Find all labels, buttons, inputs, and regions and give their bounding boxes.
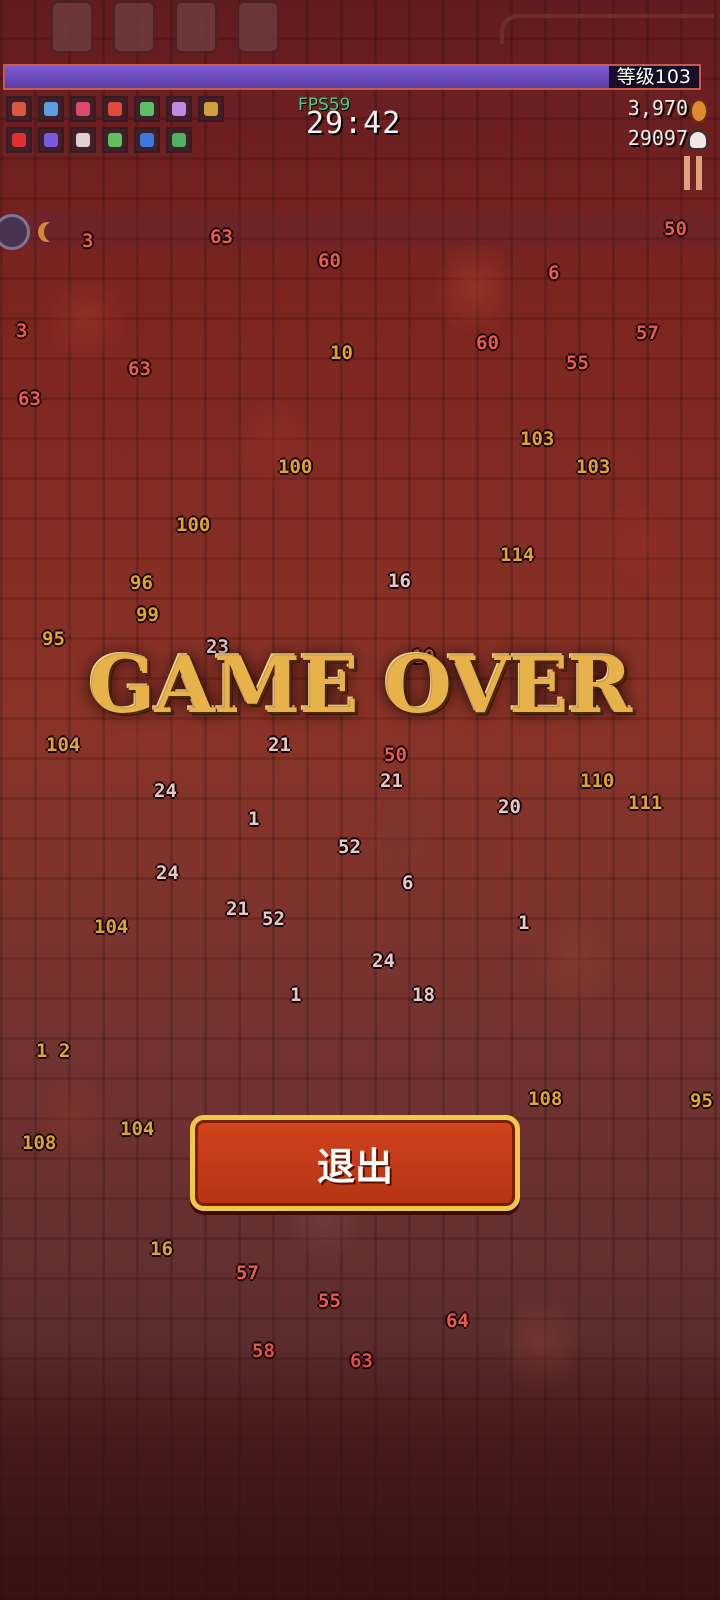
inventory-icons: [6, 96, 224, 153]
damage-number: 21: [226, 898, 249, 920]
pause-button[interactable]: [684, 156, 706, 190]
damage-number: 6: [548, 262, 560, 284]
game-screen: 63 3 60 6 50 3 63 60 57 55 10 63 103 103 100 100 114 96 16…: [0, 0, 720, 1600]
damage-number: 20: [498, 796, 521, 818]
damage-number: 63: [18, 388, 41, 410]
damage-number: 108: [528, 1088, 563, 1110]
damage-number: 100: [176, 514, 211, 536]
spinach-icon: [166, 127, 192, 153]
damage-number: 10: [330, 342, 353, 364]
damage-number: 16: [388, 570, 411, 592]
whip-icon: [102, 96, 128, 122]
damage-number: 60: [318, 250, 341, 272]
damage-number: 104: [94, 916, 129, 938]
experience-bar: 等级103: [3, 64, 701, 90]
damage-number: 1: [518, 912, 530, 934]
candelabrador-icon: [70, 127, 96, 153]
crescent-icon: [44, 222, 62, 242]
damage-number: 63: [210, 226, 233, 248]
damage-number: 52: [338, 836, 361, 858]
garlic-icon: [6, 96, 32, 122]
level-label: 等级103: [616, 66, 691, 88]
damage-number: 111: [628, 792, 663, 814]
tome-icon: [6, 127, 32, 153]
damage-number: 63: [128, 358, 151, 380]
quit-button[interactable]: 退出: [190, 1115, 520, 1211]
kill-count: 29097: [627, 126, 688, 150]
damage-number: 108: [22, 1132, 57, 1154]
clover-icon: [134, 96, 160, 122]
damage-number: 52: [262, 908, 285, 930]
attractorb-icon: [134, 127, 160, 153]
damage-number: 96: [130, 572, 153, 594]
barrel-decoration: [50, 0, 280, 54]
damage-number: 104: [46, 734, 81, 756]
coin-icon: [690, 99, 708, 123]
damage-number: 103: [576, 456, 611, 478]
damage-number: 24: [156, 862, 179, 884]
damage-number: 104: [120, 1118, 155, 1140]
pipe-decoration: [500, 14, 714, 44]
hud-strip: [0, 212, 720, 246]
damage-number: 55: [566, 352, 589, 374]
damage-number: 1: [248, 808, 260, 830]
experience-bar-fill: [5, 66, 609, 88]
damage-number: 6: [402, 872, 414, 894]
damage-number: 103: [520, 428, 555, 450]
bracer-icon: [166, 96, 192, 122]
damage-number: 1 2: [36, 1040, 71, 1062]
damage-number: 18: [412, 984, 435, 1006]
damage-number: 50: [384, 744, 407, 766]
pentagram-icon: [70, 96, 96, 122]
damage-number: 24: [372, 950, 395, 972]
damage-number: 57: [636, 322, 659, 344]
damage-number: 50: [664, 218, 687, 240]
gold-count: 3,970: [627, 96, 688, 120]
damage-number: 21: [380, 770, 403, 792]
crown-icon: [198, 96, 224, 122]
damage-number: 110: [580, 770, 615, 792]
orb-icon: [38, 127, 64, 153]
damage-number: 1: [290, 984, 302, 1006]
damage-number: 3: [82, 230, 94, 252]
magic-wand-icon: [38, 96, 64, 122]
damage-number: 114: [500, 544, 535, 566]
damage-number: 55: [318, 1290, 341, 1312]
damage-number: 21: [268, 734, 291, 756]
wings-icon: [102, 127, 128, 153]
damage-number: 95: [690, 1090, 713, 1112]
damage-number: 100: [278, 456, 313, 478]
quit-button-label: 退出: [316, 1144, 393, 1189]
damage-number: 3: [16, 320, 28, 342]
pause-icon: [684, 156, 690, 190]
skull-icon: [688, 130, 708, 150]
damage-number: 99: [136, 604, 159, 626]
damage-number: 24: [154, 780, 177, 802]
damage-number: 60: [476, 332, 499, 354]
damage-number: 16: [150, 1238, 173, 1260]
game-over-title: GAME OVER: [88, 640, 632, 731]
survival-timer: 29:42: [306, 106, 402, 141]
damage-number: 57: [236, 1262, 259, 1284]
damage-number: 64: [446, 1310, 469, 1332]
bottom-shade: [0, 1340, 720, 1600]
